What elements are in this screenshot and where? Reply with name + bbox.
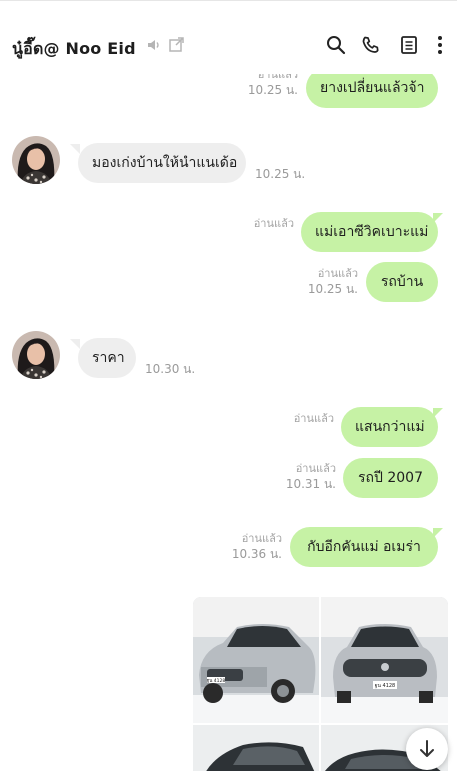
car-photo[interactable]: ฐน 4128 <box>193 597 319 723</box>
chat-header: นู๋อี๊ด@ Noo Eid <box>0 0 457 74</box>
bubble-tail <box>433 528 443 538</box>
chat-title[interactable]: นู๋อี๊ด@ Noo Eid <box>12 37 136 62</box>
search-icon[interactable] <box>326 35 346 55</box>
car-photo[interactable]: ฐน 4128 <box>321 597 448 723</box>
read-receipt: อ่านแล้ว <box>295 462 336 475</box>
message-meta: อ่านแล้ว 10.31 น. <box>268 462 336 492</box>
message-meta: อ่านแล้ว <box>270 412 334 426</box>
read-receipt: อ่านแล้ว <box>257 74 298 81</box>
notes-icon[interactable] <box>400 35 418 55</box>
car-photo[interactable] <box>193 725 319 771</box>
avatar[interactable] <box>12 331 60 379</box>
bubble-tail <box>70 144 80 154</box>
read-receipt: อ่านแล้ว <box>241 532 282 545</box>
license-plate: ฐน 4128 <box>207 678 226 684</box>
message-bubble-outgoing[interactable]: รถบ้าน <box>366 262 438 302</box>
message-meta: อ่านแล้ว 10.25 น. <box>232 74 298 98</box>
message-meta: 10.30 น. <box>145 361 195 377</box>
message-bubble-outgoing[interactable]: แม่เอาซีวิคเบาะแม่ <box>301 212 438 252</box>
message-meta: 10.25 น. <box>255 166 305 182</box>
message-bubble-outgoing[interactable]: ยางเปลี่ยนแล้วจ้า <box>306 74 438 108</box>
mute-icon[interactable] <box>146 37 162 53</box>
message-meta: อ่านแล้ว 10.25 น. <box>290 267 358 297</box>
message-bubble-outgoing[interactable]: แสนกว่าแม่ <box>341 407 438 447</box>
timestamp: 10.36 น. <box>231 547 282 561</box>
timestamp: 10.30 น. <box>145 362 196 376</box>
bubble-tail <box>70 339 80 349</box>
message-meta: อ่านแล้ว <box>230 217 294 231</box>
read-receipt: อ่านแล้ว <box>317 267 358 280</box>
message-list[interactable]: อ่านแล้ว 10.25 น. ยางเปลี่ยนแล้วจ้า มองเ… <box>0 74 457 771</box>
read-receipt: อ่านแล้ว <box>253 217 294 230</box>
timestamp: 10.25 น. <box>247 83 298 97</box>
phone-icon[interactable] <box>361 35 381 55</box>
message-bubble-outgoing[interactable]: รถปี 2007 <box>343 458 438 498</box>
avatar[interactable] <box>12 136 60 184</box>
bubble-tail <box>433 408 443 418</box>
read-receipt: อ่านแล้ว <box>293 412 334 425</box>
timestamp: 10.25 น. <box>255 167 306 181</box>
bubble-tail <box>433 213 443 223</box>
external-link-icon[interactable] <box>168 36 185 53</box>
message-bubble-incoming[interactable]: ราคา <box>78 338 136 378</box>
timestamp: 10.25 น. <box>307 282 358 296</box>
message-meta: อ่านแล้ว 10.36 น. <box>214 532 282 562</box>
more-menu-icon[interactable] <box>435 35 445 55</box>
arrow-down-icon <box>418 739 436 763</box>
license-plate: ฐน 4128 <box>375 683 396 689</box>
scroll-to-bottom-button[interactable] <box>406 728 448 770</box>
timestamp: 10.31 น. <box>285 477 336 491</box>
message-bubble-outgoing[interactable]: กับอีกคันแม่ อเมร่า <box>290 527 438 567</box>
message-bubble-incoming[interactable]: มองเก่งบ้านให้นำแนเด้อ <box>78 143 246 183</box>
